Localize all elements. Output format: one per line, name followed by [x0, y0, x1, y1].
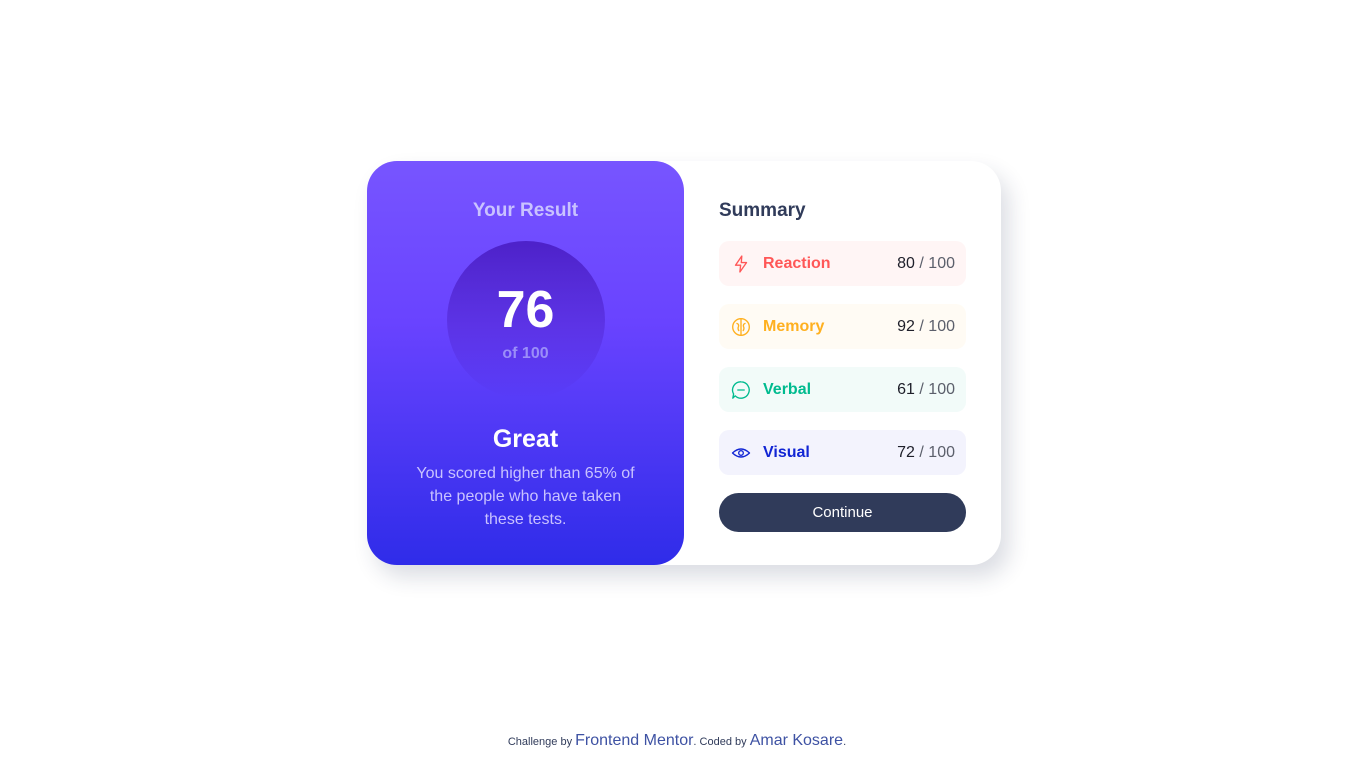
summary-item-label: Verbal	[763, 380, 812, 398]
score-max: / 100	[919, 380, 955, 398]
attribution-text: Challenge by	[507, 736, 573, 748]
continue-button[interactable]: Continue	[719, 493, 966, 532]
score-max: / 100	[919, 443, 955, 461]
rating: Great	[492, 425, 559, 453]
summary-item-verbal: Verbal 61 / 100	[719, 367, 966, 412]
attribution: Challenge by Frontend Mentor. Coded by A…	[0, 732, 1354, 750]
score-value: 92	[897, 317, 915, 335]
summary-title: Summary	[719, 200, 806, 221]
score-value: 80	[897, 254, 915, 272]
eye-icon	[731, 443, 751, 463]
lightning-icon	[731, 254, 751, 274]
page: Your Result 76 of 100 Great You scored h…	[0, 0, 1354, 761]
summary-panel: Summary Reaction 80 / 100 Memory 92 / 10…	[684, 161, 1001, 565]
summary-item-score: 61 / 100	[897, 381, 955, 399]
brain-icon	[731, 317, 751, 337]
author-link[interactable]: Amar Kosare	[750, 732, 843, 749]
summary-item-visual: Visual 72 / 100	[719, 430, 966, 475]
summary-list: Reaction 80 / 100 Memory 92 / 100 Verbal…	[719, 241, 966, 475]
score-max: / 100	[919, 254, 955, 272]
summary-item-label: Memory	[763, 317, 825, 335]
summary-item-memory: Memory 92 / 100	[719, 304, 966, 349]
result-panel: Your Result 76 of 100 Great You scored h…	[367, 161, 684, 565]
score-value: 76	[496, 281, 555, 339]
score-value: 61	[897, 380, 915, 398]
chat-bubble-icon	[731, 380, 751, 400]
summary-item-label: Visual	[763, 443, 810, 461]
results-card: Your Result 76 of 100 Great You scored h…	[367, 161, 1001, 565]
score-value: 72	[897, 443, 915, 461]
result-title: Your Result	[472, 200, 579, 221]
rating-description: You scored higher than 65% of the people…	[416, 465, 635, 528]
summary-item-reaction: Reaction 80 / 100	[719, 241, 966, 286]
score-circle: 76 of 100	[446, 241, 605, 399]
summary-item-label: Reaction	[763, 254, 831, 272]
summary-item-score: 72 / 100	[897, 444, 955, 462]
frontend-mentor-link[interactable]: Frontend Mentor	[575, 732, 693, 749]
summary-item-score: 92 / 100	[897, 318, 955, 336]
summary-item-score: 80 / 100	[897, 255, 955, 273]
score-max: of 100	[502, 345, 549, 362]
attribution-text: .	[843, 736, 847, 748]
attribution-text: . Coded by	[693, 736, 747, 748]
score-max: / 100	[919, 317, 955, 335]
